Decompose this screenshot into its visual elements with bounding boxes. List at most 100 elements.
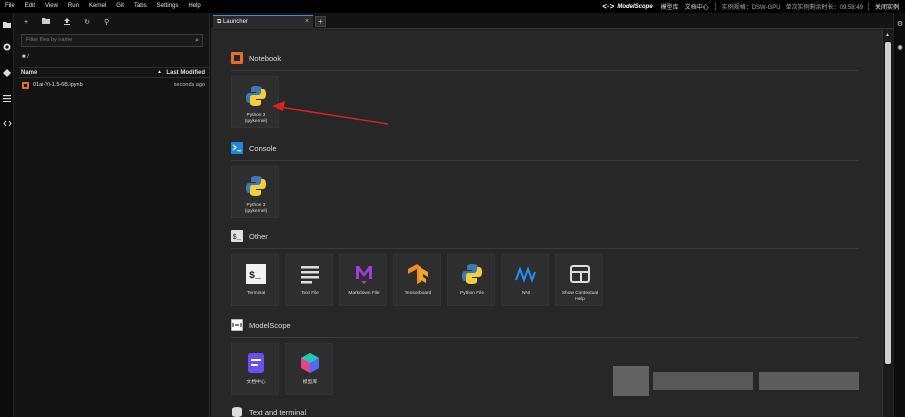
text-file-card[interactable]: Text File	[285, 254, 333, 306]
section-notebook-title: Notebook	[249, 53, 282, 63]
terminal-section-icon: $_	[231, 230, 243, 242]
new-tab-button[interactable]: +	[315, 16, 326, 27]
section-other-title: Other	[249, 231, 268, 241]
nni-icon	[515, 266, 536, 283]
card-label-line2: (ipykernel)	[244, 209, 268, 214]
running-icon[interactable]	[0, 43, 14, 53]
breadcrumb[interactable]: ■ /	[22, 54, 29, 60]
menu-edit[interactable]: Edit	[20, 0, 40, 13]
docs-center-card[interactable]: 文档中心	[231, 343, 279, 395]
close-instance-button[interactable]: 关闭实例	[867, 2, 905, 11]
breadcrumb-path: /	[27, 54, 29, 60]
file-modified: seconds ago	[173, 82, 205, 88]
nni-card[interactable]: NNI	[501, 254, 549, 306]
card-label: 模型库	[286, 380, 334, 386]
divider	[714, 2, 716, 11]
close-icon[interactable]: ×	[305, 16, 309, 28]
file-row[interactable]: 01ai-Yi-1.5-6B.ipynb seconds ago	[19, 80, 209, 91]
git-icon[interactable]	[0, 69, 14, 79]
upload-icon[interactable]	[64, 17, 71, 27]
file-browser: + ↻ ⚲ Filter files by name ⌕ ■ / Name ▲ …	[14, 13, 210, 417]
section-modelscope: ModelScope	[231, 319, 291, 331]
python-file-card[interactable]: Python File	[447, 254, 495, 306]
main-area: ⧉ Launcher × + Notebook Python 3 (ipykern…	[211, 13, 893, 417]
model-library-card[interactable]: 模型库	[285, 343, 333, 395]
menu-git[interactable]: Git	[111, 0, 129, 13]
tab-launcher-label: Launcher	[222, 19, 248, 25]
redacted-area	[653, 372, 753, 390]
terminal-icon: $_	[246, 264, 266, 284]
notebook-python3-card[interactable]: Python 3 (ipykernel)	[231, 76, 279, 128]
section-divider	[231, 337, 859, 338]
menu-run[interactable]: Run	[63, 0, 84, 13]
modelscope-brand: ModelScope	[617, 3, 653, 10]
card-label-line1: Python File	[460, 291, 484, 296]
menu-help[interactable]: Help	[183, 0, 205, 13]
card-label: Python 3 (ipykernel)	[232, 113, 280, 125]
activity-bar	[0, 13, 14, 417]
menu-tabs[interactable]: Tabs	[129, 0, 152, 13]
folder-icon[interactable]	[0, 21, 14, 30]
cube-icon	[301, 353, 319, 373]
menu-kernel[interactable]: Kernel	[84, 0, 111, 13]
modelscope-logo-icon: <·>	[602, 2, 615, 11]
markdown-icon	[356, 266, 372, 284]
notebook-section-icon	[231, 52, 243, 64]
card-label: Markdown File	[340, 291, 388, 297]
card-label-line1: Python 3	[246, 113, 266, 118]
section-divider	[231, 70, 859, 71]
new-folder-icon[interactable]	[42, 18, 51, 26]
home-folder-icon: ■	[22, 54, 26, 60]
card-label-line1: Python 3	[246, 203, 266, 208]
card-label: Show Contextual Help	[556, 291, 604, 303]
new-launcher-icon[interactable]: +	[24, 19, 28, 26]
contextual-help-icon	[570, 265, 590, 283]
search-placeholder: Filter files by name	[26, 37, 73, 43]
debugger-icon[interactable]: ✺	[894, 44, 905, 52]
contextual-help-card[interactable]: Show Contextual Help	[555, 254, 603, 306]
menu-bar-right: <·> ModelScope 模型库 文档中心 实例规格：DSW-GPU 单次实…	[602, 0, 905, 13]
section-console: Console	[231, 142, 277, 154]
menu-bar: File Edit View Run Kernel Git Tabs Setti…	[0, 0, 905, 13]
menu-settings[interactable]: Settings	[152, 0, 184, 13]
launcher-panel: Notebook Python 3 (ipykernel) Console Pyt…	[211, 30, 882, 417]
docs-center-link[interactable]: 文档中心	[685, 2, 709, 11]
modelscope-logo[interactable]: <·> ModelScope	[602, 2, 652, 11]
svg-text:$_: $_	[249, 270, 262, 282]
instance-spec: 实例规格：DSW-GPU	[722, 2, 781, 11]
sort-asc-icon: ▲	[157, 69, 162, 75]
instance-timer-label: 单次实例剩余时长：	[785, 5, 840, 11]
property-inspector-icon[interactable]: ⚙	[894, 20, 905, 28]
menu-view[interactable]: View	[40, 0, 63, 13]
tensorboard-card[interactable]: Tensorboard	[393, 254, 441, 306]
notebook-file-icon	[22, 82, 29, 89]
file-search-input[interactable]: Filter files by name ⌕	[21, 34, 203, 47]
launcher-scrollbar[interactable]: ▲	[882, 30, 893, 417]
tab-launcher[interactable]: ⧉ Launcher ×	[213, 15, 313, 29]
table-of-contents-icon[interactable]	[0, 95, 14, 104]
right-sidebar: ⚙ ✺	[893, 13, 905, 417]
console-python3-card[interactable]: Python 3 (ipykernel)	[231, 166, 279, 218]
section-console-title: Console	[249, 143, 277, 153]
scroll-thumb[interactable]	[885, 42, 891, 364]
card-label: NNI	[502, 291, 550, 297]
python-icon	[246, 176, 266, 196]
console-section-icon	[231, 142, 243, 154]
section-notebook: Notebook	[231, 52, 281, 64]
model-library-link[interactable]: 模型库	[661, 2, 679, 11]
scroll-up-icon[interactable]: ▲	[885, 32, 890, 38]
markdown-file-card[interactable]: Markdown File	[339, 254, 387, 306]
menu-file[interactable]: File	[0, 0, 20, 13]
section-divider	[231, 160, 859, 161]
column-last-modified[interactable]: Last Modified	[166, 70, 205, 76]
code-icon[interactable]	[0, 120, 14, 129]
section-divider	[231, 248, 859, 249]
card-label-line1: 文档中心	[246, 380, 266, 385]
section-other: $_ Other	[231, 230, 268, 242]
refresh-icon[interactable]: ↻	[84, 18, 90, 26]
python-icon	[246, 86, 266, 106]
column-name[interactable]: Name	[21, 70, 37, 76]
tab-bar: ⧉ Launcher × +	[211, 13, 893, 29]
git-clone-icon[interactable]: ⚲	[104, 18, 109, 26]
terminal-card[interactable]: $_ Terminal	[231, 254, 279, 306]
